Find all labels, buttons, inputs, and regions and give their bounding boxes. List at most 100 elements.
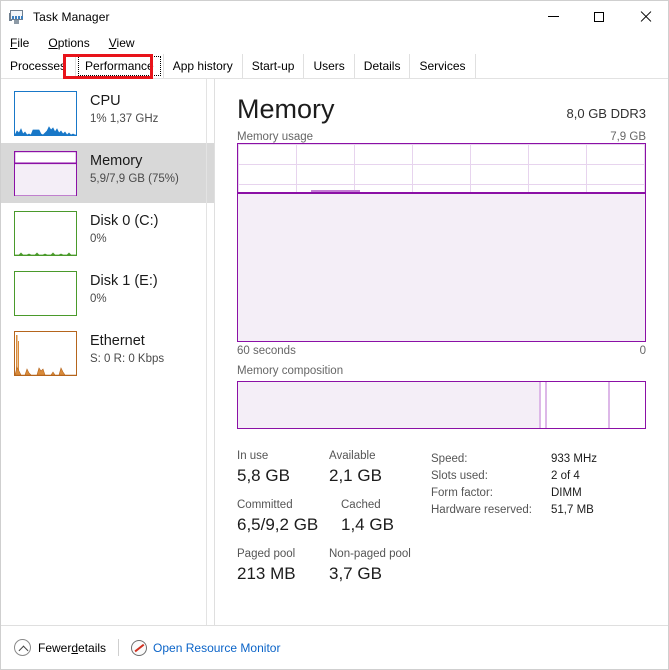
page-title: Memory — [237, 94, 335, 124]
tab-users[interactable]: Users — [304, 54, 355, 78]
title-bar: Task Manager — [1, 1, 668, 32]
stat-caption-available: Available — [329, 450, 376, 462]
stat-row-paged-nonpaged: Paged pool 213 MB Non-paged pool 3,7 GB — [237, 547, 423, 585]
cpu-thumbnail-graph — [14, 91, 77, 136]
stat-value-form-factor: DIMM — [551, 487, 582, 499]
stat-row-slots-used: Slots used: 2 of 4 — [431, 468, 597, 485]
stat-caption-committed: Committed — [237, 499, 293, 511]
open-resource-monitor-label: Open Resource Monitor — [153, 640, 281, 655]
stat-value-available: 2,1 GB — [329, 466, 382, 485]
sidebar-scrollbar[interactable] — [206, 79, 207, 669]
maximize-icon — [594, 11, 604, 22]
ethernet-thumbnail-graph — [14, 331, 77, 376]
sidebar-item-disk1[interactable]: Disk 1 (E:) 0% — [1, 263, 214, 323]
stat-paged-pool: Paged pool 213 MB — [237, 547, 329, 585]
tab-services[interactable]: Services — [410, 54, 476, 78]
stat-value-cached: 1,4 GB — [341, 515, 394, 534]
axis-label-right: 0 — [639, 345, 646, 357]
task-manager-icon — [9, 9, 25, 25]
sidebar-detail-ethernet: S: 0 R: 0 Kbps — [90, 353, 165, 365]
sidebar-item-memory[interactable]: Memory 5,9/7,9 GB (75%) — [1, 143, 214, 203]
close-button[interactable] — [622, 1, 668, 32]
sidebar-detail-disk0: 0% — [90, 233, 107, 245]
axis-label-left: 60 seconds — [237, 345, 296, 357]
footer-divider — [118, 639, 120, 656]
stat-value-hardware-reserved: 51,7 MB — [551, 504, 594, 516]
stat-key-slots-used: Slots used: — [431, 470, 488, 482]
menu-item-view[interactable]: View — [109, 34, 144, 52]
window-controls — [530, 1, 668, 32]
stat-value-non-paged-pool: 3,7 GB — [329, 564, 382, 583]
close-icon — [640, 11, 651, 22]
sidebar-item-cpu[interactable]: CPU 1% 1,37 GHz — [1, 83, 214, 143]
stat-committed: Committed 6,5/9,2 GB — [237, 498, 341, 536]
stat-available: Available 2,1 GB — [329, 449, 421, 487]
composition-segment-in-use — [238, 382, 540, 428]
graph-area-fill — [238, 194, 645, 341]
fewer-details-button[interactable]: Fewer d etails — [14, 639, 106, 656]
memory-detail-panel: Memory 8,0 GB DDR3 Memory usage 7,9 GB 6… — [215, 79, 668, 669]
menu-accel-options: O — [48, 36, 58, 50]
sidebar-label-disk0: Disk 0 (C:) — [90, 213, 159, 229]
sidebar-item-ethernet[interactable]: Ethernet S: 0 R: 0 Kbps — [1, 323, 214, 383]
hardware-summary: 8,0 GB DDR3 — [566, 106, 646, 121]
tab-start-up[interactable]: Start-up — [243, 54, 305, 78]
disk1-thumbnail-graph — [14, 271, 77, 316]
memory-usage-graph — [237, 143, 646, 342]
stat-value-slots-used: 2 of 4 — [551, 470, 580, 482]
stat-row-inuse-available: In use 5,8 GB Available 2,1 GB — [237, 449, 423, 487]
graph-usage-line — [238, 192, 645, 195]
resource-sidebar: CPU 1% 1,37 GHz Memory 5,9/7,9 GB (75%) — [1, 79, 215, 669]
composition-divider-modified — [539, 382, 542, 428]
tab-app-history[interactable]: App history — [164, 54, 243, 78]
sidebar-label-memory: Memory — [90, 153, 143, 169]
stat-key-hardware-reserved: Hardware reserved: — [431, 504, 532, 516]
stat-row-form-factor: Form factor: DIMM — [431, 485, 597, 502]
sidebar-item-disk0[interactable]: Disk 0 (C:) 0% — [1, 203, 214, 263]
memory-composition-bar[interactable] — [237, 381, 646, 429]
stat-caption-non-paged-pool: Non-paged pool — [329, 548, 411, 560]
memory-thumbnail-graph — [14, 151, 77, 196]
stat-row-hardware-reserved: Hardware reserved: 51,7 MB — [431, 502, 597, 519]
fewer-details-accel: d — [71, 640, 79, 655]
disk0-thumbnail-graph — [14, 211, 77, 256]
stat-key-form-factor: Form factor: — [431, 487, 493, 499]
sidebar-detail-cpu: 1% 1,37 GHz — [90, 113, 159, 125]
panel-header: Memory 8,0 GB DDR3 — [237, 93, 646, 125]
content-area: CPU 1% 1,37 GHz Memory 5,9/7,9 GB (75%) — [1, 79, 668, 669]
chevron-up-icon — [14, 639, 31, 656]
stat-caption-in-use: In use — [237, 450, 269, 462]
statistics-right-column: Speed: 933 MHz Slots used: 2 of 4 Form f… — [431, 449, 597, 596]
minimize-icon — [547, 16, 559, 17]
stat-caption-paged-pool: Paged pool — [237, 548, 296, 560]
sidebar-detail-disk1: 0% — [90, 293, 107, 305]
fewer-details-suffix: etails — [78, 640, 107, 655]
minimize-button[interactable] — [530, 1, 576, 32]
statistics-left-column: In use 5,8 GB Available 2,1 GB Committed… — [237, 449, 423, 596]
window-title: Task Manager — [33, 9, 110, 24]
maximize-button[interactable] — [576, 1, 622, 32]
stat-row-speed: Speed: 933 MHz — [431, 451, 597, 468]
composition-divider-standby — [544, 382, 547, 428]
graph-max-value: 7,9 GB — [610, 131, 646, 143]
menu-bar: File Options View — [1, 32, 668, 54]
tab-processes[interactable]: Processes — [1, 54, 77, 78]
composition-divider-free — [608, 382, 611, 428]
sidebar-label-disk1: Disk 1 (E:) — [90, 273, 158, 289]
tab-details[interactable]: Details — [355, 54, 411, 78]
stat-non-paged-pool: Non-paged pool 3,7 GB — [329, 547, 421, 585]
graph-label: Memory usage — [237, 131, 314, 143]
sidebar-detail-memory: 5,9/7,9 GB (75%) — [90, 173, 179, 185]
composition-label: Memory composition — [237, 365, 344, 377]
tab-performance[interactable]: Performance — [76, 54, 164, 78]
status-bar: Fewer d etails Open Resource Monitor — [1, 625, 668, 669]
tab-bar: Processes Performance App history Start-… — [1, 54, 668, 79]
graph-axis-labels: 60 seconds 0 — [237, 345, 646, 357]
stat-value-in-use: 5,8 GB — [237, 466, 290, 485]
stat-value-committed: 6,5/9,2 GB — [237, 515, 319, 534]
stat-row-committed-cached: Committed 6,5/9,2 GB Cached 1,4 GB — [237, 498, 423, 536]
menu-item-options[interactable]: Options — [48, 34, 98, 52]
menu-item-file[interactable]: File — [10, 34, 38, 52]
open-resource-monitor-button[interactable]: Open Resource Monitor — [131, 639, 281, 656]
memory-statistics: In use 5,8 GB Available 2,1 GB Committed… — [237, 449, 646, 596]
